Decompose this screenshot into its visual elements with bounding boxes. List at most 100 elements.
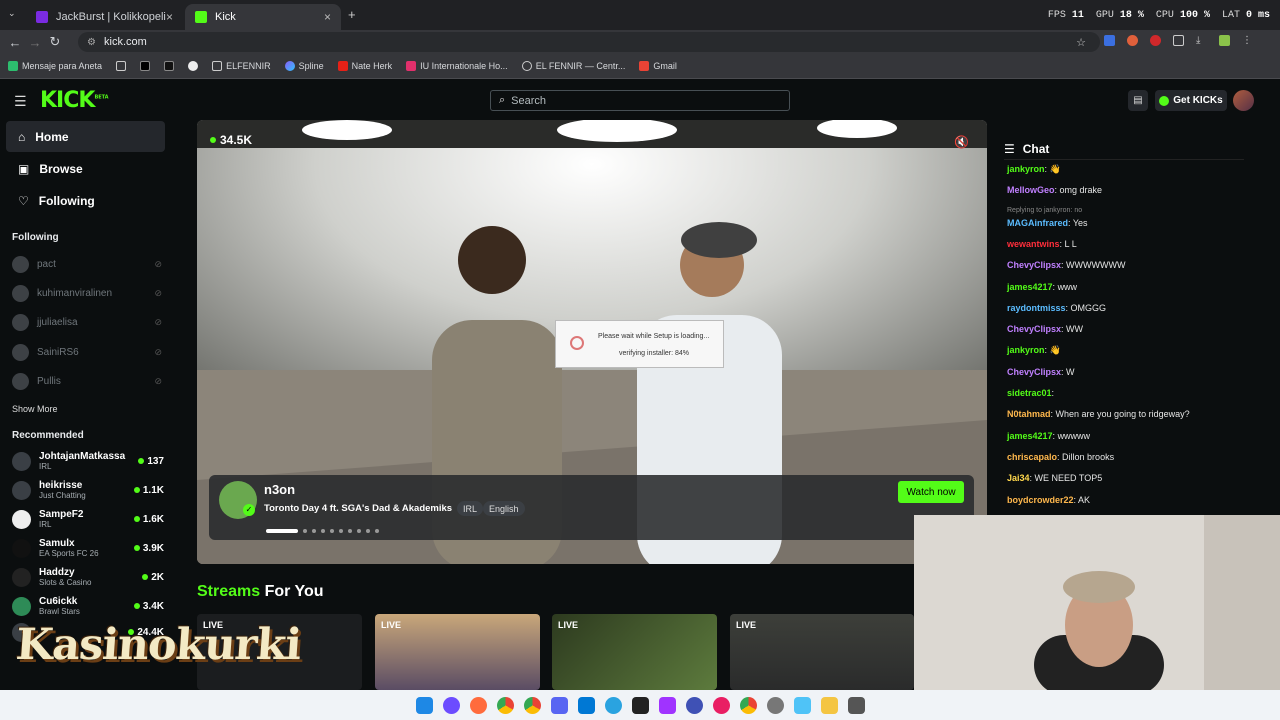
chat-username[interactable]: MellowGeo [1007, 185, 1055, 195]
app-icon[interactable] [712, 696, 730, 714]
browser-tab-kick[interactable]: Kick × [185, 4, 341, 30]
reload-icon[interactable]: ↻ [45, 34, 65, 50]
gift-icon[interactable]: ▤ [1128, 90, 1148, 111]
stream-thumbnail[interactable]: LIVE [375, 614, 540, 690]
carousel-dot[interactable] [330, 529, 334, 533]
streamer-name[interactable]: n3on [264, 482, 295, 497]
vscode-icon[interactable] [577, 696, 595, 714]
app-icon[interactable] [631, 696, 649, 714]
profile-icon[interactable] [1219, 35, 1230, 46]
sidebar-item-home[interactable]: ⌂ Home [6, 121, 165, 152]
search-input[interactable]: ⌕ Search [490, 90, 790, 111]
back-icon[interactable]: ← [5, 35, 25, 50]
app-icon[interactable] [469, 696, 487, 714]
extensions-puzzle-icon[interactable] [1173, 35, 1184, 46]
stream-thumbnail[interactable]: LIVE [730, 614, 914, 690]
carousel-dot[interactable] [303, 529, 307, 533]
kick-logo[interactable]: KICKBETA [40, 88, 109, 113]
chat-username[interactable]: jankyron [1007, 164, 1045, 174]
carousel-dot[interactable] [357, 529, 361, 533]
carousel-dot[interactable] [366, 529, 370, 533]
chat-username[interactable]: ChevyClipsx [1007, 367, 1061, 377]
app-icon[interactable] [793, 696, 811, 714]
chat-username[interactable]: james4217 [1007, 431, 1053, 441]
sidebar-item-following[interactable]: ♡ Following [6, 185, 165, 216]
watch-now-button[interactable]: Watch now [898, 481, 964, 503]
hamburger-menu-icon[interactable]: ☰ [14, 93, 27, 110]
chrome-icon[interactable] [523, 696, 541, 714]
sidebar-item-browse[interactable]: ▣ Browse [6, 153, 165, 184]
bookmark-item[interactable]: Gmail [639, 61, 677, 71]
following-channel[interactable]: kuhimanviralinen ⊘ [12, 283, 162, 303]
menu-kebab-icon[interactable]: ⋮ [1242, 35, 1253, 46]
recommended-channel[interactable]: JohtajanMatkassa IRL 137 [12, 448, 164, 474]
download-icon[interactable]: ⤓ [1196, 35, 1207, 46]
carousel-dot[interactable] [375, 529, 379, 533]
get-kicks-button[interactable]: Get KICKs [1155, 90, 1227, 111]
collapse-chat-icon[interactable]: ☰ [1004, 142, 1015, 156]
new-tab-button[interactable]: + [348, 7, 356, 22]
chat-username[interactable]: wewantwins [1007, 239, 1060, 249]
close-tab-icon[interactable]: × [166, 10, 173, 24]
recommended-channel[interactable]: Cu6ickk Brawl Stars 3.4K [12, 593, 164, 619]
url-field[interactable]: ⚙ kick.com ☆ [78, 32, 1100, 52]
app-icon[interactable] [442, 696, 460, 714]
chat-username[interactable]: ChevyClipsx [1007, 324, 1061, 334]
tag-english[interactable]: English [483, 501, 525, 516]
close-tab-icon[interactable]: × [324, 10, 331, 24]
recommended-channel[interactable]: Haddzy Slots & Casino 2K [12, 564, 164, 590]
bookmark-star-icon[interactable]: ☆ [1076, 36, 1086, 49]
chrome-icon[interactable] [496, 696, 514, 714]
bookmark-item[interactable]: IU Internationale Ho... [406, 61, 508, 71]
show-more-link[interactable]: Show More [12, 404, 58, 414]
app-icon[interactable] [847, 696, 865, 714]
telegram-icon[interactable] [604, 696, 622, 714]
chat-username[interactable]: MAGAinfrared [1007, 218, 1068, 228]
following-channel[interactable]: Pullis ⊘ [12, 371, 162, 391]
bookmark-item[interactable]: EL FENNIR — Centr... [521, 61, 625, 71]
carousel-dot[interactable] [266, 529, 298, 533]
windows-start-icon[interactable] [415, 696, 433, 714]
chat-username[interactable]: sidetrac01 [1007, 388, 1052, 398]
chrome-icon[interactable] [739, 696, 757, 714]
following-channel[interactable]: jjuliaelisa ⊘ [12, 312, 162, 332]
yt-bookmark-icon[interactable] [164, 61, 175, 71]
chat-username[interactable]: raydontmisss [1007, 303, 1066, 313]
carousel-dot[interactable] [348, 529, 352, 533]
file-explorer-icon[interactable] [820, 696, 838, 714]
extension-icon[interactable] [1104, 35, 1115, 46]
apps-grid-icon[interactable] [116, 61, 127, 71]
app-icon[interactable] [685, 696, 703, 714]
app-icon[interactable] [766, 696, 784, 714]
chat-username[interactable]: jankyron [1007, 345, 1045, 355]
extension-icon[interactable] [1127, 35, 1138, 46]
chat-username[interactable]: james4217 [1007, 282, 1053, 292]
chat-username[interactable]: chriscapalo [1007, 452, 1057, 462]
carousel-dot[interactable] [312, 529, 316, 533]
x-icon[interactable] [140, 61, 151, 71]
chat-username[interactable]: Jai34 [1007, 473, 1030, 483]
browser-tab-jackburst[interactable]: JackBurst | Kolikkopelit ja jackp × [26, 4, 183, 30]
carousel-dot[interactable] [339, 529, 343, 533]
bookmark-item[interactable]: ELFENNIR [212, 61, 271, 71]
following-channel[interactable]: pact ⊘ [12, 254, 162, 274]
bookmark-item[interactable]: Nate Herk [337, 61, 392, 71]
following-channel[interactable]: SainiRS6 ⊘ [12, 342, 162, 362]
carousel-dot[interactable] [321, 529, 325, 533]
recommended-channel[interactable]: SampeF2 IRL 1.6K [12, 506, 164, 532]
volume-icon[interactable]: 🔇 [954, 135, 970, 151]
tag-irl[interactable]: IRL [457, 501, 484, 516]
chat-username[interactable]: ChevyClipsx [1007, 260, 1061, 270]
app-icon[interactable] [658, 696, 676, 714]
recommended-channel[interactable]: Samulx EA Sports FC 26 3.9K [12, 535, 164, 561]
recommended-channel[interactable]: heikrisse Just Chatting 1.1K [12, 477, 164, 503]
bookmark-item[interactable]: Mensaje para Aneta [8, 61, 102, 71]
discord-icon[interactable] [550, 696, 568, 714]
extension-icon[interactable] [1150, 35, 1161, 46]
chat-username[interactable]: boydcrowder22 [1007, 495, 1074, 505]
stream-thumbnail[interactable]: LIVE [552, 614, 717, 690]
forward-icon[interactable]: → [25, 35, 45, 50]
chat-username[interactable]: N0tahmad [1007, 409, 1051, 419]
user-avatar[interactable] [1233, 90, 1254, 111]
tab-list-icon[interactable]: ⌄ [8, 8, 16, 19]
